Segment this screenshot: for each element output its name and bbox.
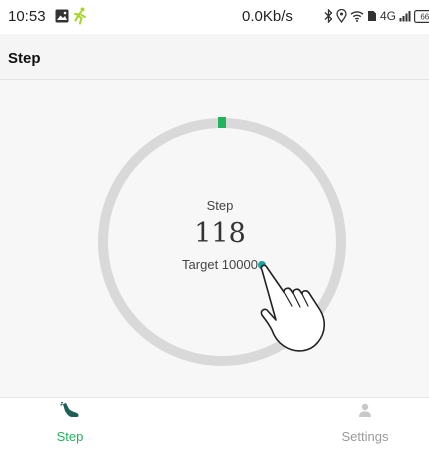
battery-level: 66 bbox=[420, 12, 429, 21]
status-bar: 10:53 0.0Kb/s 4G 66 bbox=[0, 0, 429, 34]
nav-item-step[interactable]: Step bbox=[15, 398, 125, 449]
nav-label-step: Step bbox=[56, 429, 84, 444]
step-main: Step 118 Target 10000 bbox=[0, 80, 429, 397]
sim-card-icon bbox=[368, 11, 376, 21]
person-icon bbox=[359, 403, 371, 417]
nav-item-settings[interactable]: Settings bbox=[310, 398, 420, 449]
running-person-icon bbox=[74, 7, 86, 25]
bottom-nav: Step Settings bbox=[0, 397, 429, 449]
nav-label-settings: Settings bbox=[341, 429, 389, 444]
gallery-icon bbox=[55, 9, 69, 23]
bluetooth-icon bbox=[324, 9, 333, 23]
shoe-icon bbox=[60, 402, 79, 417]
status-time: 10:53 bbox=[8, 8, 46, 25]
network-speed: 0.0Kb/s bbox=[242, 8, 293, 25]
wifi-icon bbox=[350, 11, 364, 22]
app-bar: Step bbox=[0, 34, 429, 80]
signal-icon bbox=[399, 11, 411, 22]
step-label: Step bbox=[206, 198, 234, 213]
step-count: 118 bbox=[194, 218, 246, 249]
battery-icon: 66 bbox=[414, 9, 429, 23]
page-title: Step bbox=[8, 50, 41, 67]
status-icons: 4G 66 bbox=[324, 7, 429, 25]
progress-marker bbox=[218, 117, 226, 128]
tap-hand-icon bbox=[260, 264, 326, 352]
location-icon bbox=[336, 9, 347, 23]
network-type: 4G bbox=[380, 9, 397, 23]
